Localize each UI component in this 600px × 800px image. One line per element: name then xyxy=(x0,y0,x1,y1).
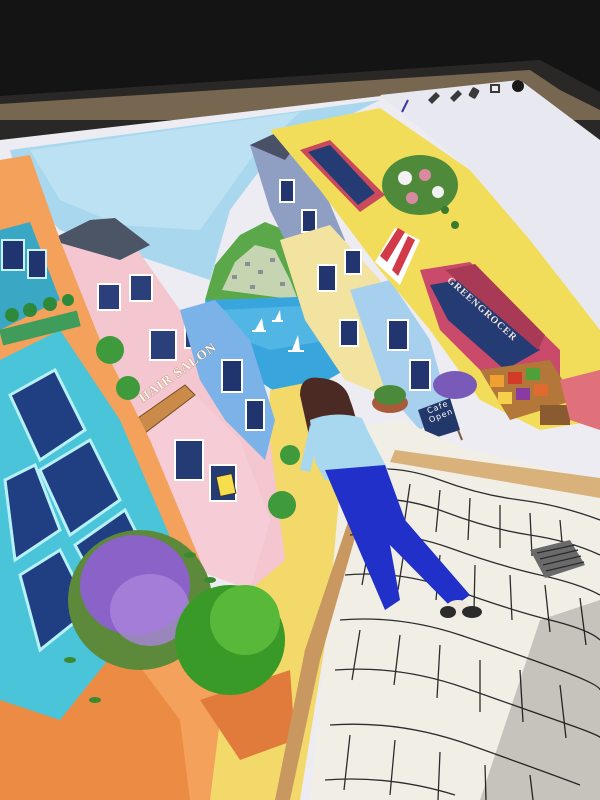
salon-hanging-sign xyxy=(215,472,237,498)
tablet-photo xyxy=(0,0,600,800)
